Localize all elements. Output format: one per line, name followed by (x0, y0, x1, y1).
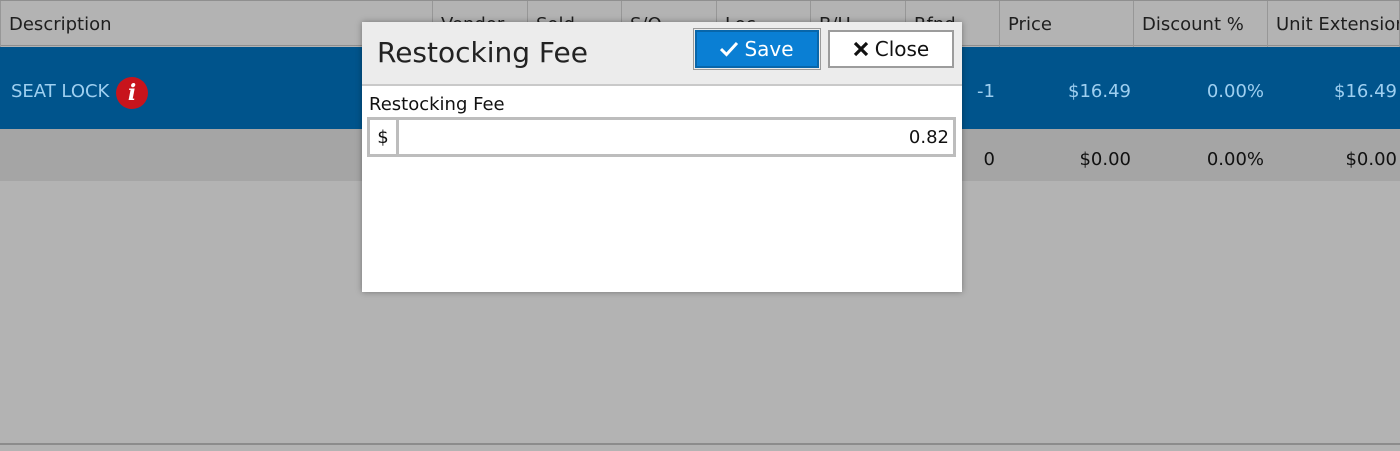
save-button[interactable]: Save (693, 28, 821, 70)
restocking-fee-input[interactable] (399, 120, 955, 154)
column-header-discount[interactable]: Discount % (1134, 1, 1268, 47)
row-price: $0.00 (1079, 149, 1131, 170)
restocking-fee-label: Restocking Fee (369, 94, 505, 115)
row-discount: 0.00% (1206, 149, 1264, 170)
close-button[interactable]: Close (828, 30, 954, 68)
x-icon (853, 32, 869, 66)
restocking-fee-input-group: $ (367, 117, 956, 157)
column-header-price[interactable]: Price (1000, 1, 1134, 47)
check-icon (720, 32, 739, 66)
dialog-title: Restocking Fee (377, 36, 588, 69)
row-price: $16.49 (1068, 81, 1131, 102)
order-lines-screen: Description Vendor Sold S/O Loc B/H Rfnd… (0, 0, 1400, 451)
info-icon[interactable]: i (116, 77, 148, 109)
row-quantity: 0 (983, 149, 995, 170)
row-discount: 0.00% (1206, 81, 1264, 102)
save-button-label: Save (744, 37, 794, 61)
grid-bottom-divider (0, 443, 1400, 445)
row-unit-extension: $16.49 (1334, 81, 1397, 102)
dialog-header: Restocking Fee Save Close (362, 22, 962, 86)
row-quantity: -1 (977, 81, 995, 102)
restocking-fee-dialog: Restocking Fee Save Close Restocking Fee… (362, 22, 962, 292)
row-unit-extension: $0.00 (1345, 149, 1397, 170)
close-button-label: Close (874, 37, 930, 61)
column-header-unit-extension[interactable]: Unit Extension (1268, 1, 1400, 47)
currency-prefix: $ (370, 120, 399, 154)
row-description: SEAT LOCK (11, 81, 110, 102)
